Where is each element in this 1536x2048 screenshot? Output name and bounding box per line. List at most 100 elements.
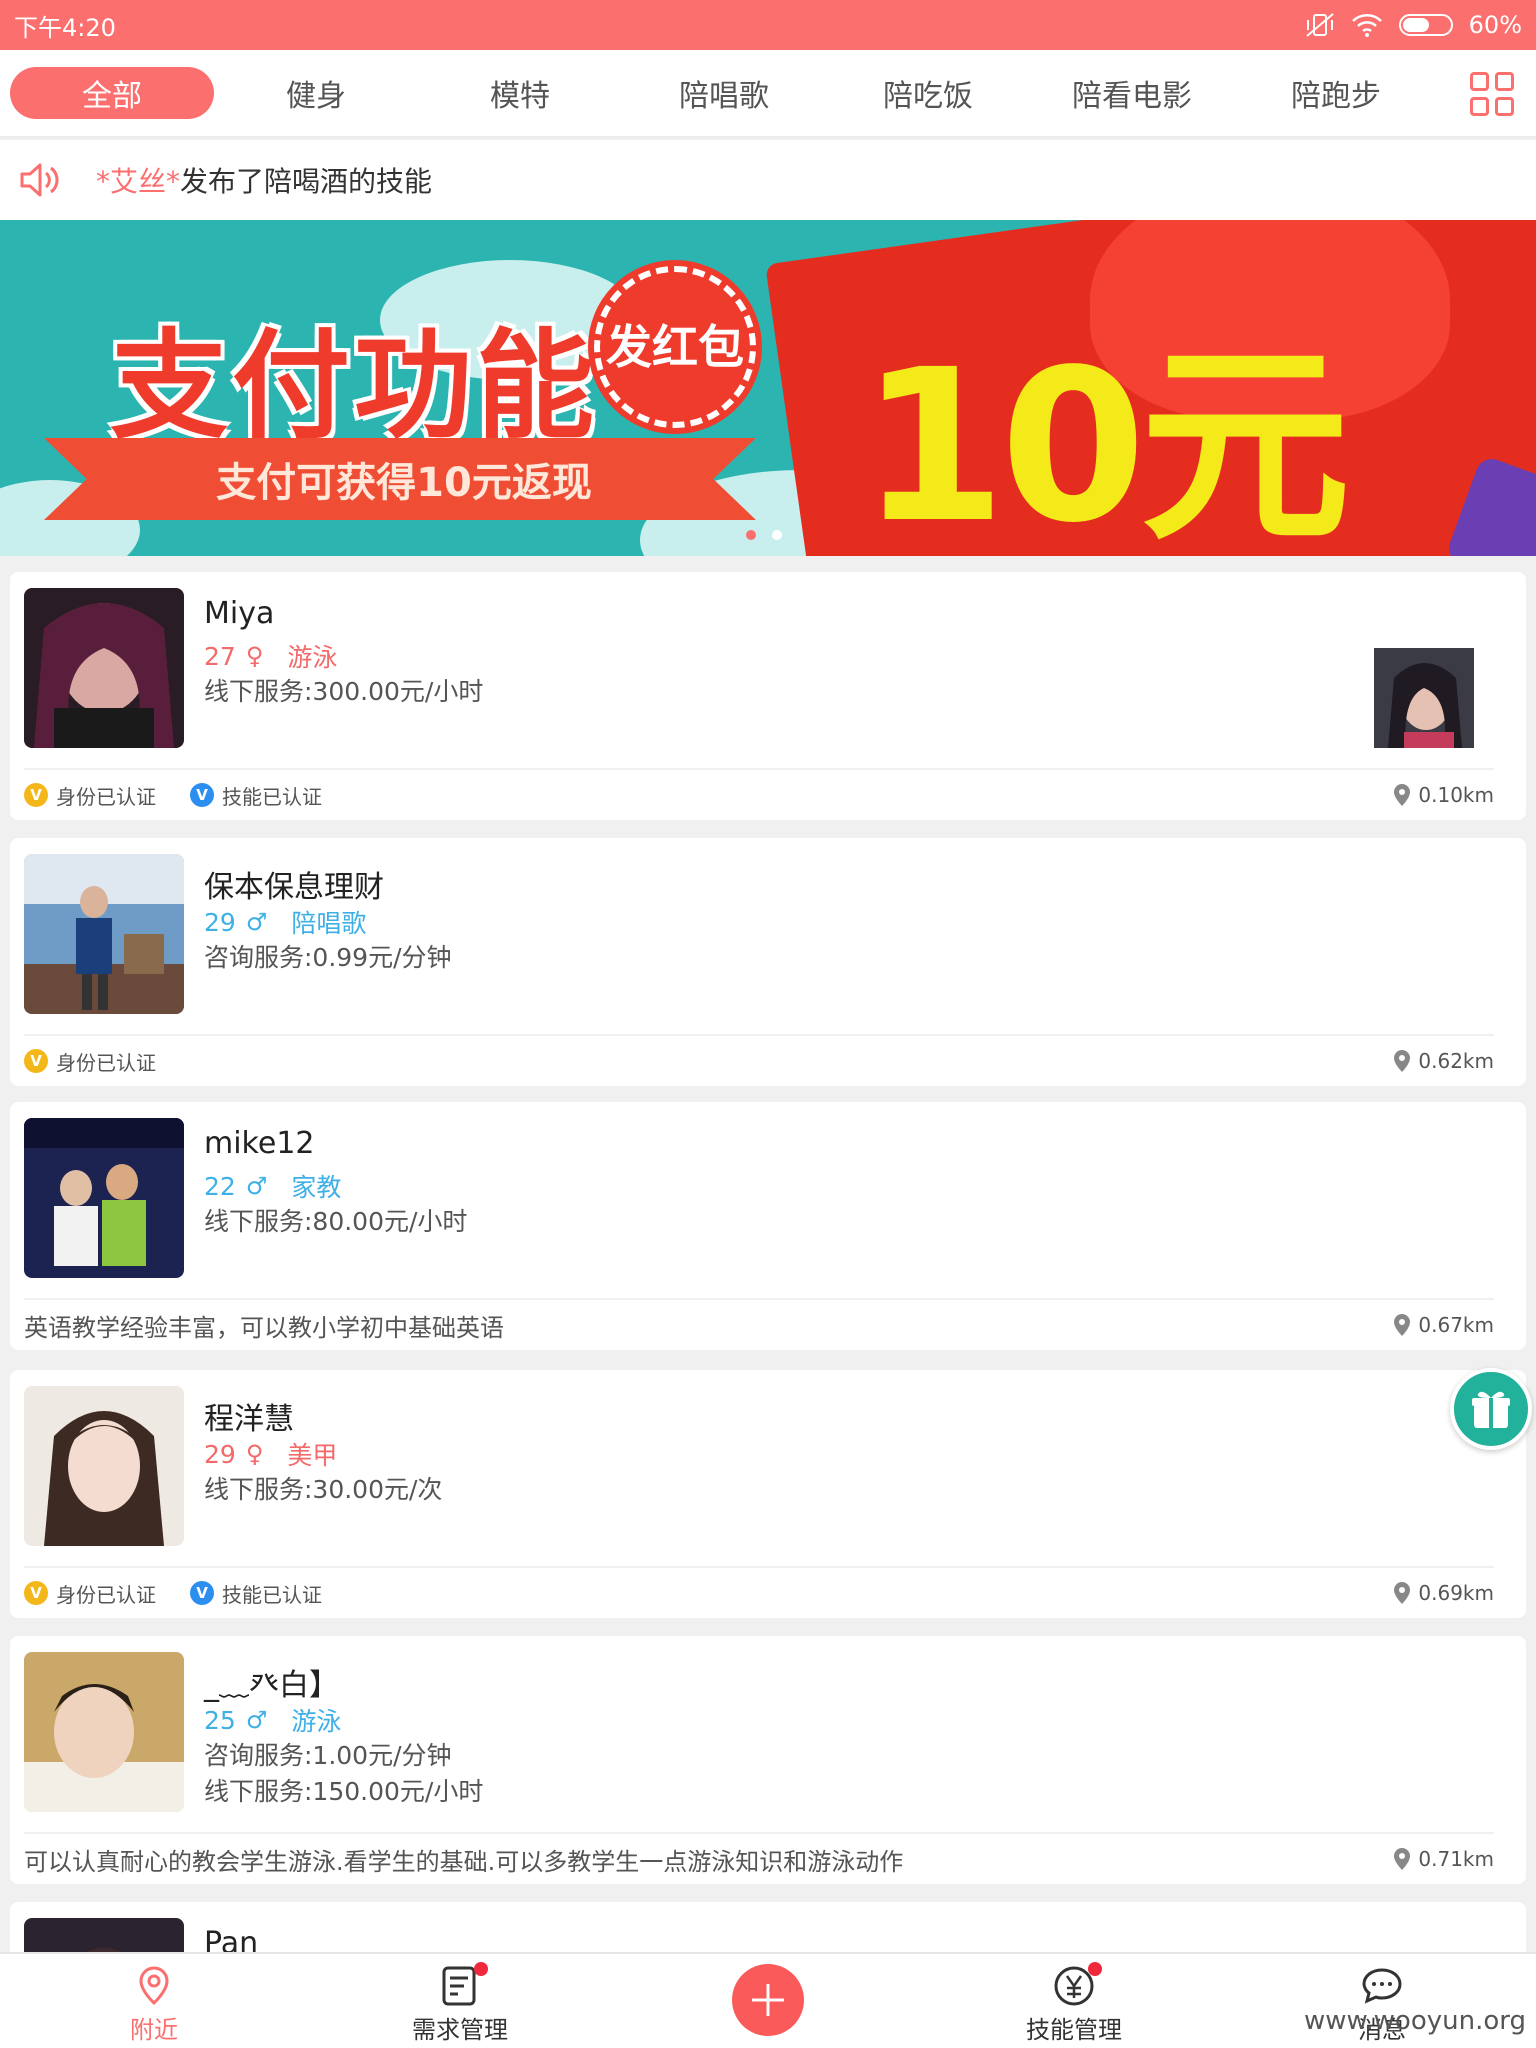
skill-verified: V 技能已认证 — [190, 1579, 322, 1608]
provider-skill: 美甲 — [287, 1441, 338, 1470]
provider-card[interactable]: 程洋慧 29 ♀ 美甲 线下服务:30.00元/次 V 身份已认证 V 技能已认证 … — [10, 1370, 1526, 1618]
bottom-nav: 附近 需求管理 技能管理 消息 www.wooyun.org — [0, 1952, 1536, 2048]
provider-meta: 25 ♂ 游泳 — [204, 1702, 341, 1738]
tab-run[interactable]: 陪跑步 — [1234, 67, 1438, 119]
skill-verified: V 技能已认证 — [190, 781, 322, 810]
avatar[interactable] — [24, 588, 184, 748]
provider-age: 29 — [204, 1439, 236, 1469]
service-price: 咨询服务:0.99元/分钟 — [204, 943, 452, 972]
chat-icon — [1360, 1964, 1404, 2008]
pager-dot[interactable] — [746, 530, 756, 540]
male-icon: ♂ — [245, 1172, 268, 1200]
skill-photo[interactable] — [1374, 648, 1474, 748]
nav-demand-management[interactable]: 需求管理 — [380, 1962, 540, 2045]
battery-percent: 60% — [1468, 11, 1522, 39]
category-tabs: 全部 健身 模特 陪唱歌 陪吃饭 陪看电影 陪跑步 — [0, 50, 1536, 138]
distance: 0.71km — [1394, 1847, 1494, 1871]
provider-card[interactable]: mike12 22 ♂ 家教 线下服务:80.00元/小时 英语教学经验丰富，可… — [10, 1102, 1526, 1350]
tab-model[interactable]: 模特 — [418, 67, 622, 119]
grid-menu-icon[interactable] — [1470, 72, 1514, 116]
provider-description: 英语教学经验丰富，可以教小学初中基础英语 — [24, 1313, 504, 1342]
add-button[interactable] — [732, 1964, 804, 2036]
announcement-bar[interactable]: *艾丝* 发布了陪喝酒的技能 — [0, 140, 1536, 220]
female-icon: ♀ — [245, 1440, 264, 1468]
service-price: 线下服务:150.00元/小时 — [204, 1777, 484, 1806]
provider-age: 27 — [204, 641, 236, 671]
provider-name: _﹏癶白】 — [204, 1668, 339, 1703]
gift-icon — [1472, 1391, 1510, 1428]
provider-age: 22 — [204, 1171, 236, 1201]
battery-icon — [1398, 14, 1453, 36]
pager-dot[interactable] — [772, 530, 782, 540]
provider-card[interactable]: 保本保息理财 29 ♂ 陪唱歌 咨询服务:0.99元/分钟 V 身份已认证 0.6… — [10, 838, 1526, 1086]
id-verified: V 身份已认证 — [24, 1579, 156, 1608]
male-icon: ♂ — [245, 1706, 268, 1734]
provider-meta: 29 ♀ 美甲 — [204, 1436, 337, 1472]
id-verified: V 身份已认证 — [24, 1047, 156, 1076]
plus-icon — [752, 1984, 784, 2016]
card-footer: 可以认真耐心的教会学生游泳.看学生的基础.可以多教学生一点游泳知识和游泳动作 0… — [24, 1842, 1494, 1876]
location-pin-icon — [1394, 1050, 1411, 1072]
provider-name: 保本保息理财 — [204, 870, 384, 905]
card-footer: V 身份已认证 0.62km — [24, 1046, 1494, 1076]
announcement-user: *艾丝* — [96, 165, 181, 198]
tab-fitness[interactable]: 健身 — [214, 67, 418, 119]
service-price: 线下服务:300.00元/小时 — [204, 677, 484, 706]
location-pin-icon — [1394, 1314, 1411, 1336]
nav-skill-management[interactable]: 技能管理 — [994, 1962, 1154, 2045]
provider-name: 程洋慧 — [204, 1402, 294, 1437]
status-time: 下午4:20 — [14, 13, 116, 42]
distance: 0.69km — [1394, 1581, 1494, 1605]
verified-v-icon: V — [24, 1581, 48, 1605]
tab-all[interactable]: 全部 — [10, 67, 214, 119]
nav-nearby[interactable]: 附近 — [74, 1964, 234, 2045]
banner-badge: 发红包 — [594, 266, 756, 428]
notification-dot — [1088, 1962, 1102, 1976]
verified-v-icon: V — [190, 1581, 214, 1605]
service-price: 咨询服务:1.00元/分钟 — [204, 1741, 452, 1770]
provider-name: Miya — [204, 596, 275, 631]
banner-title: 支付功能 — [110, 317, 599, 455]
distance: 0.10km — [1394, 783, 1494, 807]
avatar[interactable] — [24, 854, 184, 1014]
provider-card[interactable]: Miya 27 ♀ 游泳 线下服务:300.00元/小时 V 身份已认证 V 技能已… — [10, 572, 1526, 820]
document-icon — [438, 1962, 488, 2008]
avatar[interactable] — [24, 1118, 184, 1278]
speaker-icon — [20, 163, 59, 197]
distance: 0.62km — [1394, 1049, 1494, 1073]
verified-v-icon: V — [24, 783, 48, 807]
avatar[interactable] — [24, 1652, 184, 1812]
banner-pager — [746, 530, 782, 540]
verified-v-icon: V — [190, 783, 214, 807]
tab-movie[interactable]: 陪看电影 — [1030, 67, 1234, 119]
service-price: 线下服务:80.00元/小时 — [204, 1207, 468, 1236]
card-footer: 英语教学经验丰富，可以教小学初中基础英语 0.67km — [24, 1308, 1494, 1342]
status-bar: 下午4:20 60% — [0, 0, 1536, 50]
tab-sing[interactable]: 陪唱歌 — [622, 67, 826, 119]
id-verified: V 身份已认证 — [24, 781, 156, 810]
gift-button[interactable] — [1450, 1368, 1532, 1450]
provider-skill: 游泳 — [291, 1707, 342, 1736]
promo-banner[interactable]: 支付功能 发红包 支付可获得10元返现 10元 — [0, 220, 1536, 556]
card-footer: V 身份已认证 V 技能已认证 0.69km — [24, 1578, 1494, 1608]
provider-skill: 游泳 — [287, 643, 338, 672]
provider-meta: 27 ♀ 游泳 — [204, 638, 337, 674]
avatar[interactable] — [24, 1386, 184, 1546]
banner-amount: 10元 — [860, 324, 1350, 556]
provider-skill: 陪唱歌 — [291, 909, 367, 938]
announcement-text: 发布了陪喝酒的技能 — [180, 165, 433, 198]
provider-skill: 家教 — [291, 1173, 342, 1202]
provider-name: mike12 — [204, 1126, 315, 1161]
location-pin-icon — [1394, 1582, 1411, 1604]
distance: 0.67km — [1394, 1313, 1494, 1337]
provider-age: 25 — [204, 1705, 236, 1735]
status-icons: 60% — [1305, 11, 1522, 39]
wifi-icon — [1351, 14, 1382, 37]
provider-card[interactable]: _﹏癶白】 25 ♂ 游泳 咨询服务:1.00元/分钟 线下服务:150.00元… — [10, 1636, 1526, 1884]
notification-dot — [474, 1962, 488, 1976]
tab-dine[interactable]: 陪吃饭 — [826, 67, 1030, 119]
location-pin-icon — [1394, 1848, 1411, 1870]
banner-subtitle: 支付可获得10元返现 — [216, 460, 592, 506]
male-icon: ♂ — [245, 908, 268, 936]
watermark: www.wooyun.org — [1303, 2006, 1526, 2036]
